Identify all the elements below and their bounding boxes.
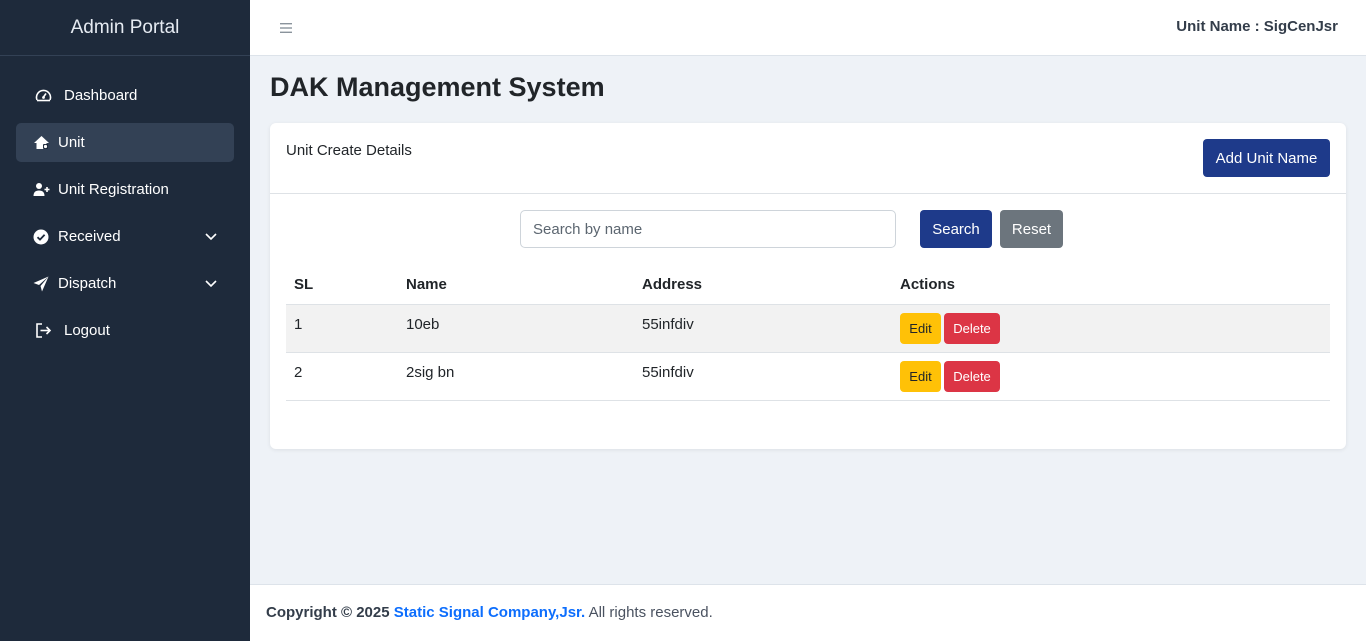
cell-actions: Edit Delete: [900, 361, 1330, 392]
cell-address: 55infdiv: [642, 364, 694, 381]
cell-name: 10eb: [406, 316, 440, 333]
paper-plane-icon: [32, 275, 50, 293]
units-table: SL Name Address Actions 1 10eb 55infdiv …: [286, 264, 1330, 401]
table-row: 1 10eb 55infdiv Edit Delete: [286, 305, 1330, 353]
edit-button[interactable]: Edit: [900, 313, 941, 344]
sidebar-item-label: Unit: [58, 134, 85, 151]
footer: Copyright © 2025 Static Signal Company,J…: [250, 584, 1366, 641]
delete-button[interactable]: Delete: [944, 313, 1000, 344]
rights-text: All rights reserved.: [588, 604, 713, 621]
search-input[interactable]: [520, 210, 896, 248]
gauge-icon: [34, 87, 52, 105]
sidebar-item-label: Dispatch: [58, 275, 117, 292]
cell-sl: 1: [294, 316, 303, 333]
column-header-actions: Actions: [900, 275, 956, 293]
sidebar-nav: Dashboard Unit Unit Registration Receive…: [0, 56, 250, 350]
chevron-down-icon[interactable]: [204, 276, 218, 290]
chevron-down-icon[interactable]: [204, 229, 218, 243]
sidebar-item-label: Received: [58, 228, 121, 245]
page-title: DAK Management System: [270, 72, 605, 102]
user-plus-icon: [32, 181, 50, 199]
sidebar-item-label: Logout: [64, 322, 110, 339]
unit-name-label: Unit Name : SigCenJsr: [1176, 18, 1338, 35]
footer-text: Copyright © 2025 Static Signal Company,J…: [266, 604, 713, 621]
sidebar-item-logout[interactable]: Logout: [16, 311, 234, 350]
sidebar: Admin Portal Dashboard Unit Unit Registr…: [0, 0, 250, 641]
delete-button[interactable]: Delete: [944, 361, 1000, 392]
cell-actions: Edit Delete: [900, 313, 1330, 344]
reset-button[interactable]: Reset: [1000, 210, 1063, 248]
column-header-name: Name: [406, 275, 447, 293]
sidebar-item-dispatch[interactable]: Dispatch: [16, 264, 234, 303]
brand-title: Admin Portal: [0, 0, 250, 56]
card-header: Unit Create Details Add Unit Name: [270, 123, 1346, 194]
cell-sl: 2: [294, 364, 303, 381]
column-header-sl: SL: [294, 275, 314, 293]
column-header-address: Address: [642, 275, 703, 293]
table-row: 2 2sig bn 55infdiv Edit Delete: [286, 353, 1330, 401]
sidebar-item-received[interactable]: Received: [16, 217, 234, 256]
topbar: Unit Name : SigCenJsr: [250, 0, 1366, 56]
sidebar-item-dashboard[interactable]: Dashboard: [16, 76, 234, 115]
cell-address: 55infdiv: [642, 316, 694, 333]
unit-details-card: Unit Create Details Add Unit Name Search…: [270, 123, 1346, 449]
search-button[interactable]: Search: [920, 210, 992, 248]
card-title: Unit Create Details: [286, 142, 412, 159]
check-circle-icon: [32, 228, 50, 246]
edit-button[interactable]: Edit: [900, 361, 941, 392]
copyright-text: Copyright © 2025: [266, 604, 390, 621]
add-unit-name-button[interactable]: Add Unit Name: [1203, 139, 1330, 177]
cell-name: 2sig bn: [406, 364, 455, 381]
table-header: SL Name Address Actions: [286, 264, 1330, 305]
sidebar-item-unit-registration[interactable]: Unit Registration: [16, 170, 234, 209]
sidebar-item-label: Unit Registration: [58, 181, 169, 198]
menu-toggle-icon[interactable]: [278, 18, 294, 38]
logout-icon: [34, 322, 52, 340]
company-link[interactable]: Static Signal Company,Jsr.: [394, 604, 585, 621]
sidebar-item-label: Dashboard: [64, 87, 138, 104]
home-icon: [32, 134, 50, 152]
sidebar-item-unit[interactable]: Unit: [16, 123, 234, 162]
